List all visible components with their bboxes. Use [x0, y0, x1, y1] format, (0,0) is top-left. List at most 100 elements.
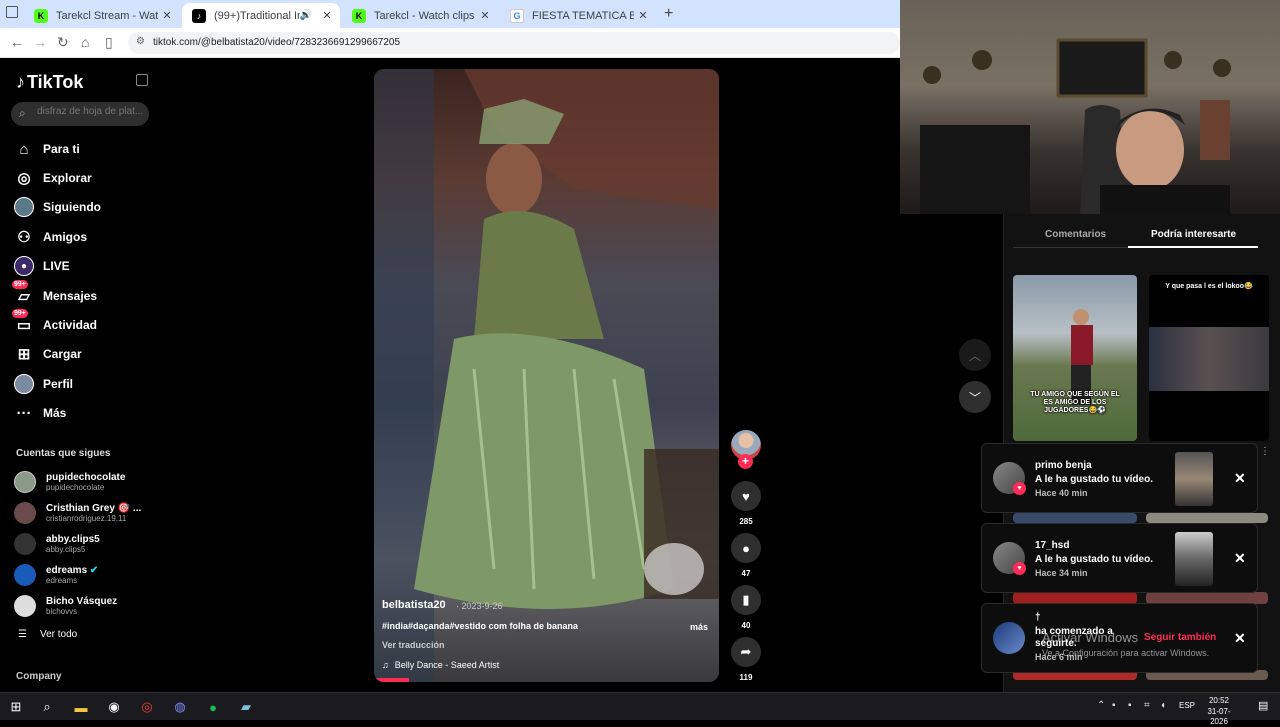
save-button[interactable]: ▮ — [731, 585, 761, 615]
notepad-icon[interactable]: ▰ — [236, 698, 256, 716]
chrome-icon[interactable]: ◎ — [137, 698, 157, 716]
music-note-icon: ♫ — [382, 660, 389, 670]
windows-start-icon[interactable]: ⊞ — [6, 698, 26, 716]
caption-more-link[interactable]: más — [690, 622, 708, 632]
tab-title: (99+)Traditional Indian Cloth — [214, 9, 300, 22]
video-player[interactable]: belbatista20 · 2023-9-26 #india#daçanda#… — [374, 69, 719, 682]
close-icon[interactable]: ✕ — [1234, 470, 1246, 487]
nav-mensajes[interactable]: ▱ 99+ Mensajes — [12, 280, 154, 308]
search-box[interactable]: ⌕ — [11, 102, 149, 126]
notification-center-icon[interactable]: ▤ — [1258, 699, 1268, 712]
site-info-icon[interactable]: ⚙ — [136, 36, 145, 47]
nav-actividad[interactable]: ▭ 99+ Actividad — [12, 309, 154, 337]
file-explorer-icon[interactable]: ▬ — [71, 698, 91, 716]
split-view-icon[interactable]: ▯ — [105, 34, 113, 51]
like-button[interactable]: ♥ — [731, 481, 761, 511]
next-video-button[interactable]: ﹀ — [959, 381, 991, 413]
browser-tab[interactable]: K Tarekcl Stream - Watch Live on ✕ — [24, 3, 180, 28]
url-text[interactable]: tiktok.com/@belbatista20/video/728323669… — [153, 37, 400, 48]
nav-explorar[interactable]: ◎ Explorar — [14, 166, 154, 190]
spotify-icon[interactable]: ● — [203, 698, 223, 716]
thumbnail-image — [1149, 327, 1269, 391]
language-indicator[interactable]: ESP — [1179, 701, 1195, 710]
video-author[interactable]: belbatista20 — [382, 599, 446, 611]
browser-tab[interactable]: K Tarekcl - Watch clips on Kick ✕ — [342, 3, 498, 28]
obs-icon[interactable]: ◉ — [104, 698, 124, 716]
close-tab-icon[interactable]: ✕ — [476, 9, 494, 22]
tab-comentarios[interactable]: Comentarios — [1045, 229, 1106, 240]
active-tab-indicator — [1128, 246, 1258, 248]
list-icon: ☰ — [18, 629, 27, 640]
nav-live[interactable]: ● LIVE — [14, 254, 154, 278]
notification-avatar — [993, 622, 1025, 654]
close-tab-icon[interactable]: ✕ — [158, 9, 176, 22]
following-account[interactable]: Bicho Vásquez bichovvs — [14, 595, 117, 617]
translate-link[interactable]: Ver traducción — [382, 640, 445, 650]
close-icon[interactable]: ✕ — [1234, 550, 1246, 567]
tiktok-logo[interactable]: ♪ TikTok — [16, 72, 83, 93]
account-handle: abby.clips5 — [46, 545, 86, 554]
tray-app-icon[interactable]: ▪ — [1112, 700, 1116, 711]
more-options-icon[interactable]: ⋮ — [1260, 446, 1270, 457]
close-tab-icon[interactable]: ✕ — [318, 9, 336, 22]
search-input[interactable] — [37, 106, 145, 117]
nav-para-ti[interactable]: ⌂ Para ti — [14, 137, 154, 161]
close-tab-icon[interactable]: ✕ — [634, 9, 652, 22]
nav-cargar[interactable]: ⊞ Cargar — [14, 342, 154, 366]
suggested-video-thumb[interactable] — [1146, 513, 1268, 523]
following-account[interactable]: abby.clips5 abby.clips5 — [14, 533, 100, 555]
tab-podria-interesarte[interactable]: Podría interesarte — [1151, 229, 1236, 240]
discord-icon[interactable]: ◍ — [170, 698, 190, 716]
nav-mas[interactable]: ··· Más — [14, 401, 154, 425]
tab-actions-icon[interactable] — [6, 6, 18, 18]
collapse-sidebar-icon[interactable] — [136, 74, 148, 86]
new-tab-icon[interactable]: + — [664, 5, 673, 23]
more-icon: ··· — [16, 404, 32, 422]
search-icon[interactable]: ⌕ — [37, 698, 57, 716]
share-button[interactable]: ➦ — [731, 637, 761, 667]
clock-time[interactable]: 20:52 — [1199, 696, 1239, 706]
nav-amigos[interactable]: ⚇ Amigos — [14, 225, 154, 249]
network-icon[interactable]: ⌗ — [1144, 700, 1150, 711]
speaker-icon[interactable]: 🔊 — [300, 10, 312, 21]
notification-toast[interactable]: ♥ 17_hsd A le ha gustado tu vídeo. Hace … — [981, 523, 1258, 593]
nav-siguiendo[interactable]: Siguiendo — [14, 195, 154, 219]
following-account[interactable]: Cristhian Grey 🎯 ... cristianrodriguez.19… — [14, 502, 141, 524]
follow-back-button[interactable]: Seguir también — [1144, 632, 1216, 643]
video-progress-bar[interactable] — [374, 678, 409, 682]
browser-tab-active[interactable]: ♪ (99+)Traditional Indian Cloth 🔊 ✕ — [182, 3, 340, 28]
search-icon[interactable]: ⌕ — [19, 106, 26, 121]
suggested-video-thumb[interactable]: Y que pasa l es el lokoo😂 — [1149, 275, 1269, 441]
browser-tab[interactable]: G FIESTA TEMATICA BRASIL VESTI ✕ — [500, 3, 656, 28]
following-account[interactable]: pupidechocolate pupidechocolate — [14, 471, 125, 493]
following-avatar-icon — [14, 197, 34, 217]
following-account[interactable]: edreams ✔ edreams — [14, 564, 98, 586]
clock-date[interactable]: 31-07-2026 — [1199, 707, 1239, 727]
home-icon[interactable]: ⌂ — [81, 34, 89, 50]
nav-perfil[interactable]: Perfil — [14, 372, 154, 396]
notification-toast[interactable]: ♥ primo benja A le ha gustado tu vídeo. … — [981, 443, 1258, 513]
see-all-link[interactable]: ☰ Ver todo — [18, 629, 77, 640]
show-hidden-icons-icon[interactable]: ⌃ — [1097, 700, 1105, 711]
follow-plus-icon[interactable]: + — [738, 454, 753, 469]
suggested-video-thumb[interactable] — [1013, 513, 1137, 523]
windows-activation-title: Activar Windows — [1042, 630, 1139, 645]
windows-taskbar: ⊞ ⌕ ▬ ◉ ◎ ◍ ● ▰ ⌃ ▪ ▪ ⌗ ◖ ESP 20:52 31-0… — [0, 692, 1280, 726]
reload-icon[interactable]: ↻ — [57, 34, 69, 51]
video-date: · 2023-9-26 — [456, 601, 503, 611]
comment-button[interactable]: ● — [731, 533, 761, 563]
tray-app-icon[interactable]: ▪ — [1128, 700, 1132, 711]
close-icon[interactable]: ✕ — [1234, 630, 1246, 647]
volume-icon[interactable]: ◖ — [1160, 700, 1166, 711]
music-title: Belly Dance - Saeed Artist — [394, 660, 500, 670]
back-icon[interactable]: ← — [10, 34, 24, 50]
forward-icon[interactable]: → — [33, 34, 47, 50]
account-handle: pupidechocolate — [46, 483, 105, 492]
video-caption[interactable]: #india#daçanda#vestido com folha de bana… — [382, 621, 578, 631]
address-bar[interactable]: ⚙ tiktok.com/@belbatista20/video/7283236… — [128, 32, 900, 54]
company-link[interactable]: Company — [16, 671, 62, 682]
home-icon: ⌂ — [19, 140, 29, 158]
previous-video-button[interactable]: ︿ — [959, 339, 991, 371]
suggested-video-thumb[interactable]: TU AMIGO QUE SEGÚN EL ES AMIGO DE LOS JU… — [1013, 275, 1137, 441]
music-link[interactable]: ♫ Belly Dance - Saeed Artist — [382, 660, 499, 670]
